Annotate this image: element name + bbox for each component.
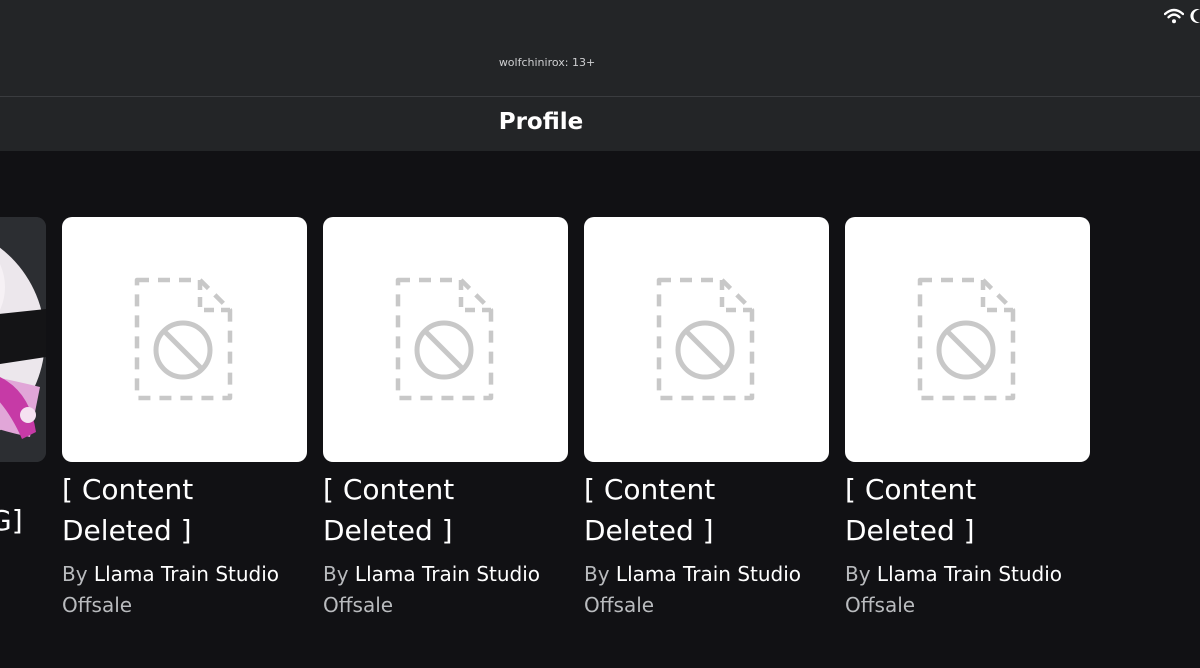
item-card[interactable]: [ Content Deleted ] By Llama Train Studi… [584,217,829,621]
account-age-label: wolfchinirox: 13+ [498,56,596,69]
status-icons [1164,6,1200,26]
creator-prefix: By [62,562,88,586]
creator-link[interactable]: Llama Train Studio [355,562,540,586]
item-card-partial[interactable] [0,217,46,462]
content-deleted-icon [917,277,1016,401]
status-bar: wolfchinirox: 13+ [0,0,1200,96]
content-deleted-icon [134,277,233,401]
item-name[interactable]: [ Content Deleted ] [323,469,568,551]
creator-prefix: By [845,562,871,586]
item-creator: By Llama Train Studio [845,559,1090,590]
item-price-status: Offsale [584,593,655,617]
item-card[interactable]: [ Content Deleted ] By Llama Train Studi… [62,217,307,621]
wifi-icon [1164,8,1184,24]
item-thumbnail[interactable] [845,217,1090,462]
item-price-status: Offsale [62,593,133,617]
creator-prefix: By [584,562,610,586]
creator-link[interactable]: Llama Train Studio [94,562,279,586]
item-carousel[interactable]: G] [ Content Deleted ] By Llama Train St… [0,151,1200,668]
item-card[interactable]: [ Content Deleted ] By Llama Train Studi… [845,217,1090,621]
item-thumbnail[interactable] [323,217,568,462]
creator-prefix: By [323,562,349,586]
page-header: Profile [0,96,1200,151]
item-creator: By Llama Train Studio [323,559,568,590]
creator-link[interactable]: Llama Train Studio [877,562,1062,586]
item-creator: By Llama Train Studio [584,559,829,590]
moon-icon [1190,9,1200,23]
item-thumbnail[interactable] [62,217,307,462]
content-deleted-icon [395,277,494,401]
item-price-status: Offsale [323,593,394,617]
item-name[interactable]: [ Content Deleted ] [584,469,829,551]
item-name[interactable]: [ Content Deleted ] [62,469,307,551]
creator-link[interactable]: Llama Train Studio [616,562,801,586]
item-name-partial: G] [0,504,23,537]
item-price-status: Offsale [845,593,916,617]
item-thumbnail[interactable] [584,217,829,462]
item-name[interactable]: [ Content Deleted ] [845,469,1090,551]
item-thumbnail-image [0,217,46,462]
content-deleted-icon [656,277,755,401]
app-root: wolfchinirox: 13+ Profile G] [Content D… [0,0,1200,668]
item-creator: By Llama Train Studio [62,559,307,590]
item-card[interactable]: [ Content Deleted ] By Llama Train Studi… [323,217,568,621]
page-title: Profile [498,109,584,135]
